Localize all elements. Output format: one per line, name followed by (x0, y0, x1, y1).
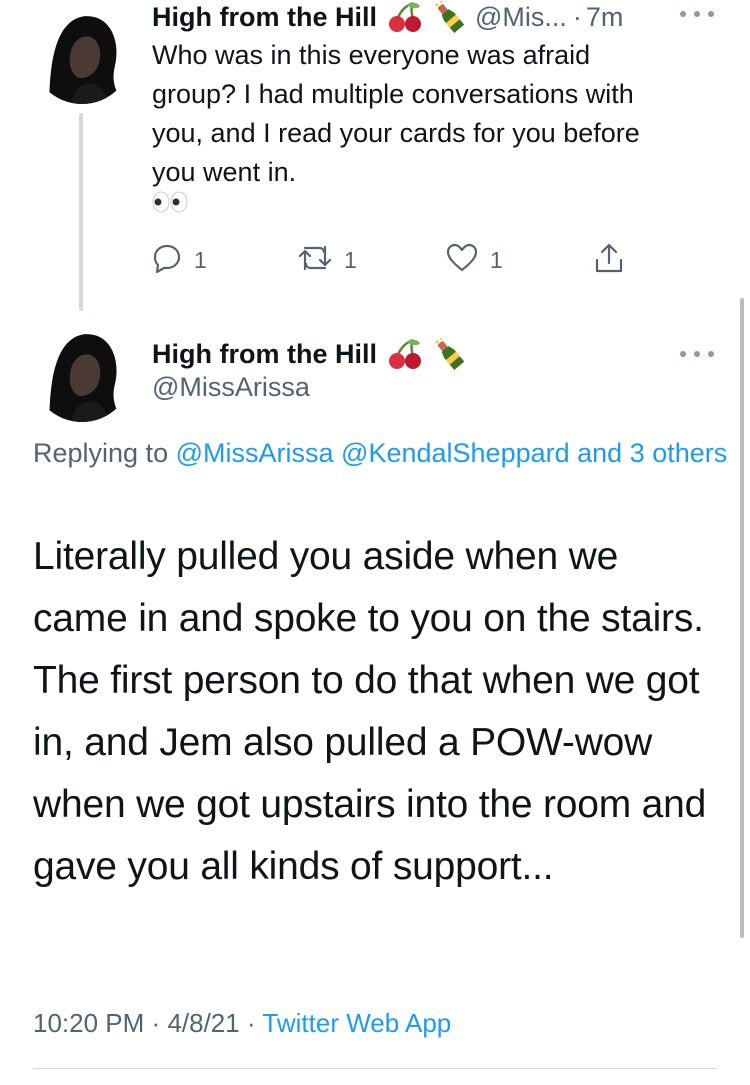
tweet-text: Who was in this everyone was afraid grou… (152, 40, 640, 187)
tweet-text: Literally pulled you aside when we came … (33, 535, 707, 888)
separator: · (246, 1008, 256, 1038)
avatar[interactable] (31, 320, 133, 422)
cherries-icon (387, 338, 423, 370)
mention-link[interactable]: @MissArissa (176, 438, 334, 468)
reply-icon (152, 243, 182, 278)
source-link[interactable]: Twitter Web App (262, 1008, 451, 1038)
more-icon[interactable] (680, 348, 714, 360)
retweet-count: 1 (344, 246, 357, 273)
handle[interactable]: @Mis... (475, 2, 567, 33)
eyes-icon (152, 190, 188, 214)
tweet-actions: 1 1 1 (152, 240, 632, 280)
timestamp[interactable]: 7m (586, 2, 624, 33)
share-button[interactable] (594, 240, 624, 280)
reply-button[interactable]: 1 (152, 240, 207, 280)
display-name[interactable]: High from the Hill (152, 339, 377, 370)
divider (33, 1068, 717, 1069)
more-icon[interactable] (680, 8, 714, 20)
separator: · (572, 1, 582, 32)
tweet-time[interactable]: 10:20 PM (33, 1008, 144, 1038)
retweet-button[interactable]: 1 (298, 240, 357, 280)
tweet-metadata: 10:20 PM · 4/8/21 · Twitter Web App (33, 1008, 451, 1039)
tweet-date[interactable]: 4/8/21 (167, 1008, 239, 1038)
handle[interactable]: @MissArissa (152, 372, 310, 403)
mention-link[interactable]: @KendalSheppard (341, 438, 570, 468)
thread-line (79, 113, 83, 311)
cherries-icon (387, 1, 423, 33)
like-count: 1 (490, 246, 503, 273)
tweet-header: High from the Hill (152, 336, 467, 372)
retweet-icon (298, 243, 332, 278)
tweet-header: High from the Hill @Mis... · 7m (152, 0, 623, 34)
champagne-bottle-icon (433, 337, 467, 371)
reply-count: 1 (194, 246, 207, 273)
replying-to: Replying to @MissArissa @KendalSheppard … (33, 432, 733, 475)
avatar[interactable] (31, 2, 133, 104)
like-button[interactable]: 1 (446, 240, 503, 280)
scrollbar[interactable] (740, 298, 744, 938)
replying-prefix: Replying to (33, 438, 169, 468)
heart-icon (446, 243, 478, 278)
share-icon (594, 242, 624, 279)
champagne-bottle-icon (433, 0, 467, 34)
others-link[interactable]: and 3 others (577, 438, 727, 468)
display-name[interactable]: High from the Hill (152, 2, 377, 33)
separator: · (151, 1008, 161, 1038)
